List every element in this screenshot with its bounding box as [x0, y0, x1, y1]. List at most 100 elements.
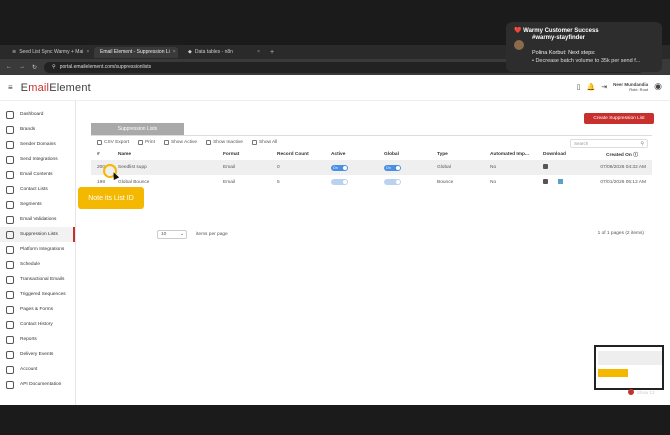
cell-format: Email	[223, 180, 235, 185]
new-tab-icon[interactable]: +	[270, 49, 274, 56]
avatar[interactable]: ◉	[654, 81, 662, 92]
history-icon	[6, 320, 14, 329]
active-toggle[interactable]: On	[331, 164, 348, 171]
created-on-label: Created On	[605, 153, 632, 158]
sidebar-item-sender-domains[interactable]: Sender Domains	[0, 137, 75, 152]
global-toggle[interactable]	[384, 178, 401, 185]
column-header[interactable]: Active	[331, 149, 384, 160]
browser-tab[interactable]: ◆ Data tables - n8n ×	[182, 47, 266, 58]
column-header[interactable]: Download	[543, 149, 600, 160]
all-icon	[251, 140, 257, 145]
show-active-button[interactable]: Show Active	[163, 140, 197, 145]
sidebar-item-brands[interactable]: Brands	[0, 122, 75, 137]
slack-notification[interactable]: ❤️ Warmy Customer Success #warmy-stayfin…	[506, 22, 662, 72]
block-icon	[6, 230, 14, 239]
column-header[interactable]: Format	[223, 149, 277, 160]
site-info-icon[interactable]: ⚲	[52, 64, 56, 70]
cell-automated: No	[490, 165, 497, 170]
page-info: 1 of 1 pages (2 items)	[597, 231, 644, 236]
sidebar-item-delivery-events[interactable]: Delivery Events	[0, 347, 75, 362]
column-header[interactable]: Name	[118, 149, 223, 160]
sidebar-item-dashboard[interactable]: Dashboard	[0, 107, 75, 122]
screen-recorder-preview[interactable]	[594, 345, 664, 390]
notification-channel: #warmy-stayfinder	[532, 35, 586, 41]
column-header[interactable]: #	[91, 149, 118, 160]
cell-name[interactable]: Seedlist supp	[118, 160, 223, 175]
app-window: ≡ EmailElement ▯ 🔔 ⇥ Neer Mundandia Role:…	[0, 75, 670, 405]
sidebar-item-label: Contact Lists	[20, 187, 48, 192]
sidebar-item-account[interactable]: Account	[0, 362, 75, 377]
sidebar-item-email-contents[interactable]: Email Contents	[0, 167, 75, 182]
close-icon[interactable]: ×	[173, 49, 176, 55]
menu-icon[interactable]: ≡	[8, 83, 13, 92]
reload-icon[interactable]: ↻	[32, 64, 37, 71]
sidebar-item-suppression-lists[interactable]: Suppression Lists	[0, 227, 75, 242]
sidebar-item-label: Delivery Events	[20, 352, 54, 357]
cell-download	[543, 175, 600, 190]
show-inactive-button[interactable]: Show Inactive	[206, 140, 243, 145]
sidebar-item-segments[interactable]: Segments	[0, 197, 75, 212]
cell-active: On	[331, 160, 384, 175]
sidebar-item-pages-forms[interactable]: Pages & Forms	[0, 302, 75, 317]
sidebar-item-triggered-sequences[interactable]: Triggered Sequences	[0, 287, 75, 302]
browser-tab[interactable]: ≋ Seed List Sync Warmy + Mai ×	[6, 47, 90, 58]
user-info: Neer Mundandia Role: Root	[613, 82, 648, 92]
sidebar-item-email-validations[interactable]: Email Validations	[0, 212, 75, 227]
csv-export-label: CSV Export	[104, 140, 130, 145]
search-icon[interactable]: ⚲	[640, 141, 644, 147]
active-toggle[interactable]	[331, 178, 348, 185]
column-header[interactable]: Global	[384, 149, 437, 160]
sidebar-item-label: Brands	[20, 127, 36, 132]
sidebar-item-contact-lists[interactable]: Contact Lists	[0, 182, 75, 197]
mobile-icon[interactable]: ▯	[577, 83, 581, 91]
print-button[interactable]: Print	[138, 140, 155, 145]
sidebar-item-reports[interactable]: Reports	[0, 332, 75, 347]
page-size-select[interactable]: 10 ⌄	[157, 230, 187, 239]
user-role: Role: Root	[629, 86, 649, 92]
pagination: 10 ⌄ items per page	[157, 230, 228, 239]
forward-icon[interactable]: →	[19, 64, 25, 70]
show-all-button[interactable]: Show All	[251, 140, 277, 145]
at-icon	[6, 275, 14, 284]
tab-suppression-lists[interactable]: Suppression Lists	[91, 123, 184, 135]
record-icon	[628, 389, 634, 395]
back-icon[interactable]: ←	[6, 64, 12, 70]
table-row[interactable]: 200 Seedlist supp Email 0 On On Global N…	[91, 160, 652, 175]
cell-automated: No	[490, 180, 497, 185]
sidebar-item-platform-integrations[interactable]: Platform Integrations	[0, 242, 75, 257]
sidebar-item-contact-history[interactable]: Contact History	[0, 317, 75, 332]
sidebar-item-schedule[interactable]: Schedule	[0, 257, 75, 272]
search-input[interactable]: Search ⚲	[570, 139, 648, 148]
download-icon[interactable]	[543, 164, 548, 169]
close-icon[interactable]: ×	[257, 49, 260, 55]
create-suppression-list-button[interactable]: Create Suppression List	[584, 113, 654, 124]
browser-tab-active[interactable]: Email Element - Suppression Li ×	[94, 46, 178, 58]
bell-icon[interactable]: 🔔	[587, 83, 596, 91]
bolt-icon	[6, 290, 14, 299]
clock-icon	[6, 260, 14, 269]
envelope-icon	[6, 170, 14, 179]
column-header[interactable]: Type	[437, 149, 490, 160]
table-row[interactable]: 198 Global Bounce Email 5 Bounce No 07/0…	[91, 175, 652, 190]
tab-label: Data tables - n8n	[194, 49, 233, 55]
sidebar-item-api-documentation[interactable]: API Documentation	[0, 377, 75, 392]
sidebar-item-transactional-emails[interactable]: Transactional Emails	[0, 272, 75, 287]
user-icon	[6, 365, 14, 374]
global-toggle[interactable]: On	[384, 164, 401, 171]
column-header[interactable]: Automated Imp...	[490, 149, 543, 160]
page-size-value: 10	[161, 232, 167, 237]
sidebar-item-label: Sender Domains	[20, 142, 56, 147]
close-icon[interactable]: ×	[86, 49, 89, 55]
csv-export-button[interactable]: CSV Export	[97, 140, 129, 145]
sort-icon[interactable]: ⓘ	[633, 153, 638, 158]
logout-icon[interactable]: ⇥	[601, 83, 607, 91]
inactive-icon	[206, 140, 212, 145]
upload-icon[interactable]	[558, 179, 563, 184]
logo[interactable]: EmailElement	[21, 82, 91, 94]
show-all-overlay-button[interactable]: Show 13	[628, 389, 655, 395]
column-header[interactable]: Created On ⓘ	[600, 149, 652, 160]
download-icon[interactable]	[543, 179, 548, 184]
column-header[interactable]: Record Count	[277, 149, 331, 160]
sidebar-item-send-integrations[interactable]: Send Integrations	[0, 152, 75, 167]
cell-count: 5	[277, 180, 280, 185]
